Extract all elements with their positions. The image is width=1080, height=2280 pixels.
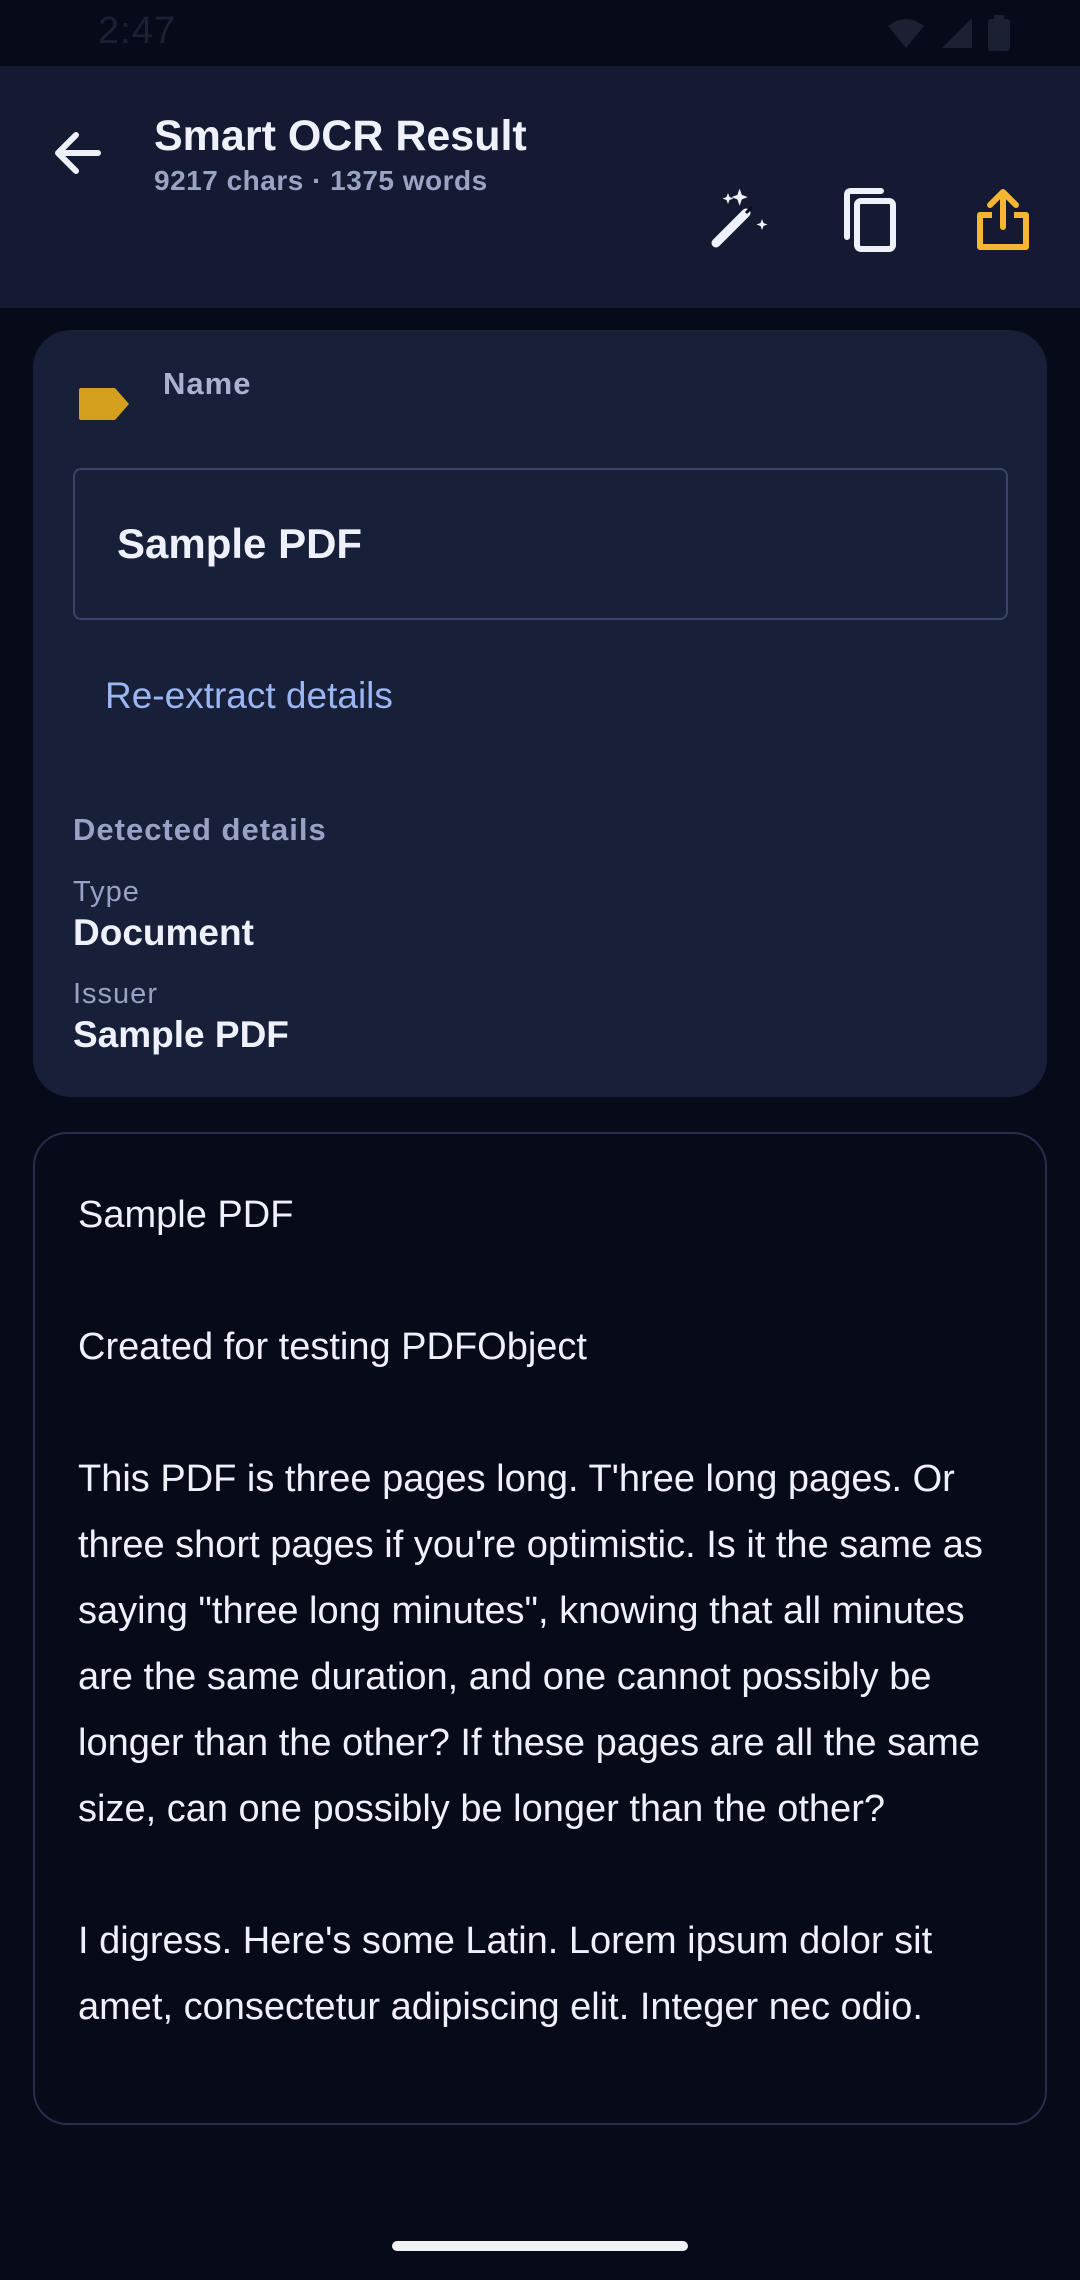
copy-button[interactable] [828, 178, 912, 262]
battery-icon [988, 15, 1010, 51]
share-icon [977, 189, 1029, 250]
text-stats: 9217 chars · 1375 words [154, 165, 488, 196]
page-title: Smart OCR Result [154, 112, 527, 160]
reextract-details-button[interactable]: Re-extract details [105, 675, 393, 717]
issuer-value: Sample PDF [73, 1014, 289, 1055]
ocr-paragraph: This PDF is three pages long. T'hree lon… [78, 1458, 983, 1830]
title-block: Smart OCR Result 9217 chars · 1375 words [154, 110, 527, 200]
smart-extract-button[interactable] [697, 178, 781, 262]
type-value: Document [73, 912, 254, 953]
type-label: Type [73, 876, 140, 908]
issuer-label: Issuer [73, 978, 158, 1010]
name-header: Name [77, 366, 251, 424]
back-button[interactable] [40, 116, 114, 190]
ocr-paragraph: I digress. Here's some Latin. Lorem ipsu… [78, 1920, 933, 2028]
ocr-text-area[interactable]: Sample PDF Created for testing PDFObject… [33, 1132, 1047, 2125]
detected-details-heading: Detected details [73, 812, 327, 847]
name-field[interactable] [73, 468, 1008, 620]
signal-icon [942, 18, 972, 48]
magic-wand-icon [711, 188, 768, 248]
share-button[interactable] [961, 178, 1045, 262]
gesture-navigation-bar[interactable] [392, 2241, 688, 2251]
name-input[interactable] [117, 520, 964, 568]
ocr-paragraph: Sample PDF [78, 1194, 294, 1236]
arrow-back-icon [55, 132, 101, 174]
status-bar: 2:47 [0, 0, 1080, 66]
name-label: Name [163, 366, 252, 401]
wifi-icon [888, 19, 924, 48]
label-icon [79, 388, 129, 420]
status-time: 2:47 [98, 10, 176, 52]
ocr-paragraph: Created for testing PDFObject [78, 1326, 587, 1368]
copy-icon [844, 188, 896, 252]
details-card: Name Re-extract details Detected details… [33, 330, 1047, 1097]
status-icons [886, 14, 1010, 52]
